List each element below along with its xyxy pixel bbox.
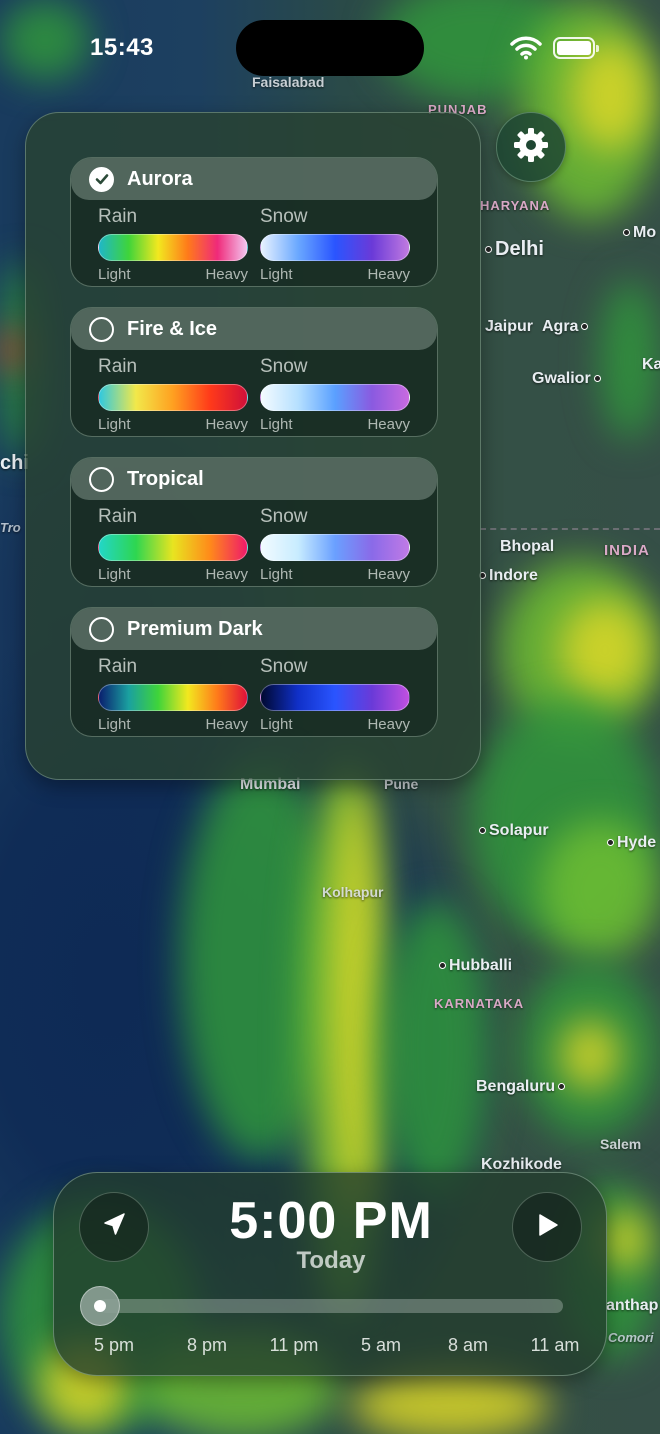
battery-icon bbox=[553, 37, 599, 59]
snow-heavy-label: Heavy bbox=[367, 716, 410, 733]
rain-gradient-bar bbox=[98, 384, 248, 411]
map-label-comorin: Comori bbox=[608, 1330, 654, 1345]
rain-heavy-label: Heavy bbox=[205, 266, 248, 283]
map-label-agra: Agra bbox=[542, 318, 591, 336]
snow-gradient-bar bbox=[260, 234, 410, 261]
snow-label: Snow bbox=[260, 356, 308, 377]
map-label-tro: Tro bbox=[0, 520, 21, 535]
rain-scale: Rain Light Heavy bbox=[98, 206, 248, 283]
map-label-jaipur: Jaipur bbox=[485, 318, 534, 335]
snow-heavy-label: Heavy bbox=[367, 566, 410, 583]
snow-light-label: Light bbox=[260, 416, 293, 433]
snow-scale: Snow Light Heavy bbox=[260, 656, 410, 733]
rain-label: Rain bbox=[98, 206, 138, 227]
timeline-slider-track[interactable] bbox=[99, 1299, 563, 1313]
rain-light-label: Light bbox=[98, 266, 131, 283]
rain-gradient-bar bbox=[98, 684, 248, 711]
rain-label: Rain bbox=[98, 356, 138, 377]
map-label-indore: Indore bbox=[476, 567, 538, 585]
theme-name: Aurora bbox=[127, 167, 193, 190]
theme-card-header: Fire & Ice bbox=[71, 308, 437, 350]
map-label-delhi: Delhi bbox=[482, 238, 544, 261]
snow-gradient-bar bbox=[260, 534, 410, 561]
color-theme-panel: Aurora Rain Light Heavy Snow Light Heavy F… bbox=[25, 112, 481, 780]
rain-gradient-bar bbox=[98, 534, 248, 561]
theme-card-header: Aurora bbox=[71, 158, 437, 200]
map-label-haryana: HARYANA bbox=[480, 198, 551, 213]
rain-label: Rain bbox=[98, 656, 138, 677]
timeline-tick-label[interactable]: 5 pm bbox=[94, 1335, 134, 1356]
status-time: 15:43 bbox=[90, 34, 154, 61]
theme-card-aurora[interactable]: Aurora Rain Light Heavy Snow Light Heavy bbox=[70, 157, 438, 287]
map-label-ka: Ka bbox=[642, 356, 660, 373]
timeline-slider-thumb[interactable] bbox=[80, 1286, 120, 1326]
rain-light-label: Light bbox=[98, 566, 131, 583]
theme-card-premium-dark[interactable]: Premium Dark Rain Light Heavy Snow Light H… bbox=[70, 607, 438, 737]
theme-radio[interactable] bbox=[89, 166, 114, 192]
wifi-icon bbox=[510, 36, 542, 65]
dynamic-island bbox=[236, 20, 424, 76]
theme-name: Tropical bbox=[127, 467, 204, 490]
map-label-karnataka: KARNATAKA bbox=[434, 996, 525, 1011]
rain-heavy-label: Heavy bbox=[205, 566, 248, 583]
theme-radio[interactable] bbox=[89, 466, 114, 492]
rain-heavy-label: Heavy bbox=[205, 416, 248, 433]
theme-card-fire-ice[interactable]: Fire & Ice Rain Light Heavy Snow Light Hea… bbox=[70, 307, 438, 437]
map-label-gwalior: Gwalior bbox=[532, 370, 604, 388]
rain-light-label: Light bbox=[98, 416, 131, 433]
checkmark-icon bbox=[95, 174, 108, 185]
rain-heavy-label: Heavy bbox=[205, 716, 248, 733]
snow-light-label: Light bbox=[260, 716, 293, 733]
snow-light-label: Light bbox=[260, 566, 293, 583]
rain-scale: Rain Light Heavy bbox=[98, 656, 248, 733]
theme-name: Premium Dark bbox=[127, 617, 263, 640]
rain-gradient-bar bbox=[98, 234, 248, 261]
snow-scale: Snow Light Heavy bbox=[260, 356, 410, 433]
theme-card-tropical[interactable]: Tropical Rain Light Heavy Snow Light Heavy bbox=[70, 457, 438, 587]
snow-scale: Snow Light Heavy bbox=[260, 206, 410, 283]
map-label-anantapur: anthap bbox=[606, 1297, 659, 1314]
play-icon bbox=[534, 1212, 560, 1243]
theme-name: Fire & Ice bbox=[127, 317, 218, 340]
timeline-tick-label[interactable]: 5 am bbox=[361, 1335, 401, 1356]
timeline-tick-label[interactable]: 8 pm bbox=[187, 1335, 227, 1356]
timeline-tick-label[interactable]: 11 am bbox=[531, 1335, 580, 1356]
map-label-solapur: Solapur bbox=[476, 822, 549, 840]
snow-gradient-bar bbox=[260, 384, 410, 411]
map-label-mo: Mo bbox=[620, 224, 656, 242]
theme-card-header: Tropical bbox=[71, 458, 437, 500]
settings-button[interactable] bbox=[496, 112, 566, 182]
timeline-tick-label[interactable]: 11 pm bbox=[270, 1335, 319, 1356]
rain-scale: Rain Light Heavy bbox=[98, 356, 248, 433]
status-bar: 15:43 bbox=[0, 0, 660, 96]
snow-label: Snow bbox=[260, 506, 308, 527]
snow-light-label: Light bbox=[260, 266, 293, 283]
map-label-india: INDIA bbox=[604, 542, 650, 559]
play-button[interactable] bbox=[512, 1192, 582, 1262]
timeline-panel: 5:00 PM Today 5 pm 8 pm 11 pm 5 am 8 am 11 am bbox=[53, 1172, 607, 1376]
snow-label: Snow bbox=[260, 206, 308, 227]
snow-gradient-bar bbox=[260, 684, 410, 711]
map-label-salem: Salem bbox=[600, 1136, 642, 1152]
theme-card-header: Premium Dark bbox=[71, 608, 437, 650]
gear-icon bbox=[511, 125, 551, 170]
rain-label: Rain bbox=[98, 506, 138, 527]
snow-heavy-label: Heavy bbox=[367, 266, 410, 283]
timeline-tick-label[interactable]: 8 am bbox=[448, 1335, 488, 1356]
snow-scale: Snow Light Heavy bbox=[260, 506, 410, 583]
rain-scale: Rain Light Heavy bbox=[98, 506, 248, 583]
map-label-kolhapur: Kolhapur bbox=[322, 884, 384, 900]
map-label-bengaluru: Bengaluru bbox=[476, 1078, 568, 1096]
map-label-hyderabad: Hyde bbox=[604, 834, 656, 852]
snow-heavy-label: Heavy bbox=[367, 416, 410, 433]
map-label-hubballi: Hubballi bbox=[436, 957, 512, 975]
rain-light-label: Light bbox=[98, 716, 131, 733]
snow-label: Snow bbox=[260, 656, 308, 677]
theme-radio[interactable] bbox=[89, 316, 114, 342]
map-label-bhopal: Bhopal bbox=[500, 538, 555, 555]
theme-radio[interactable] bbox=[89, 616, 114, 642]
